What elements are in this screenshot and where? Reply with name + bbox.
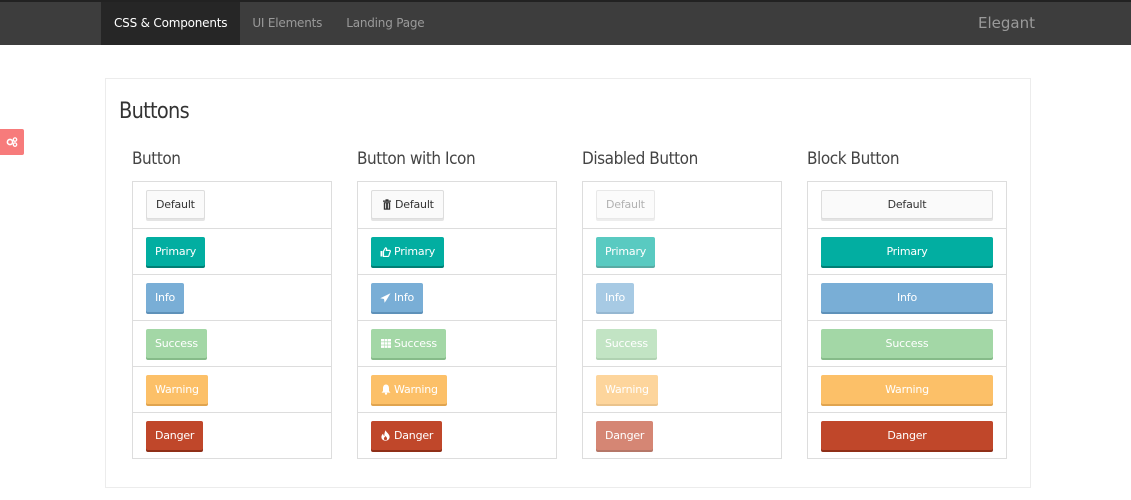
button-label: Default [395,197,434,211]
button-list: Default Primary Info Success Warning Dan… [132,181,332,459]
list-item: Danger [133,412,331,458]
column-button: Button Default Primary Info Success Warn… [132,147,332,459]
button-label: Success [394,336,437,350]
list-item: Danger [583,412,781,458]
success-disabled-button: Success [596,329,657,358]
list-item: Warning [133,366,331,412]
default-block-button[interactable]: Default [821,190,993,219]
primary-disabled-button: Primary [596,237,656,266]
list-item: Warning [583,366,781,412]
trash-icon [381,199,392,210]
success-button[interactable]: Success [146,329,207,358]
buttons-panel: Buttons Button Default Primary Info Succ… [105,78,1031,488]
fire-icon [380,430,391,441]
gears-icon [6,137,18,147]
list-item: Success [358,320,556,366]
list-item: Primary [358,228,556,274]
grid-icon [380,338,391,349]
default-button[interactable]: Default [146,190,205,219]
danger-block-button[interactable]: Danger [821,421,993,450]
list-item: Warning [808,366,1006,412]
warning-icon-button[interactable]: Warning [371,375,447,404]
button-label: Primary [394,244,436,258]
list-item: Info [358,274,556,320]
danger-icon-button[interactable]: Danger [371,421,443,450]
list-item: Success [133,320,331,366]
warning-disabled-button: Warning [596,375,658,404]
primary-button[interactable]: Primary [146,237,206,266]
info-disabled-button: Info [596,283,635,312]
danger-button[interactable]: Danger [146,421,204,450]
success-block-button[interactable]: Success [821,329,993,358]
default-disabled-button: Default [596,190,655,219]
column-disabled-button: Disabled Button Default Primary Info Suc… [582,147,782,459]
column-button-with-icon: Button with Icon Default Primary Info Su… [357,147,557,459]
list-item: Danger [358,412,556,458]
list-item: Success [808,320,1006,366]
success-icon-button[interactable]: Success [371,329,446,358]
button-label: Info [394,290,415,304]
list-item: Default [133,182,331,228]
column-title: Disabled Button [582,149,698,169]
list-item: Info [808,274,1006,320]
primary-block-button[interactable]: Primary [821,237,993,266]
brand-name[interactable]: Elegant [978,2,1035,45]
button-list: Default Primary Info Success Warning Dan… [807,181,1007,459]
primary-icon-button[interactable]: Primary [371,237,445,266]
info-button[interactable]: Info [146,283,185,312]
column-title: Block Button [807,149,900,169]
button-label: Danger [394,428,434,442]
paper-plane-icon [380,292,391,303]
thumbs-up-icon [380,246,391,257]
bell-icon [380,384,391,395]
column-title: Button with Icon [357,149,476,169]
nav-item-css-components[interactable]: CSS & Components [101,2,241,45]
info-icon-button[interactable]: Info [371,283,424,312]
list-item: Primary [133,228,331,274]
list-item: Info [133,274,331,320]
button-label: Warning [394,382,438,396]
list-item: Default [808,182,1006,228]
list-item: Default [583,182,781,228]
list-item: Danger [808,412,1006,458]
warning-button[interactable]: Warning [146,375,208,404]
nav-item-ui-elements[interactable]: UI Elements [240,2,334,45]
list-item: Info [583,274,781,320]
column-title: Button [132,149,181,169]
list-item: Primary [808,228,1006,274]
top-navbar: CSS & Components UI Elements Landing Pag… [0,0,1131,45]
info-block-button[interactable]: Info [821,283,993,312]
list-item: Success [583,320,781,366]
panel-title: Buttons [119,99,190,124]
list-item: Warning [358,366,556,412]
list-item: Default [358,182,556,228]
danger-disabled-button: Danger [596,421,654,450]
button-list: Default Primary Info Success Warning Dan… [357,181,557,459]
settings-toggle-button[interactable] [0,129,24,155]
default-icon-button[interactable]: Default [371,190,444,219]
nav-menu: CSS & Components UI Elements Landing Pag… [101,2,437,45]
warning-block-button[interactable]: Warning [821,375,993,404]
button-list: Default Primary Info Success Warning Dan… [582,181,782,459]
list-item: Primary [583,228,781,274]
column-block-button: Block Button Default Primary Info Succes… [807,147,1007,459]
nav-item-landing-page[interactable]: Landing Page [334,2,436,45]
